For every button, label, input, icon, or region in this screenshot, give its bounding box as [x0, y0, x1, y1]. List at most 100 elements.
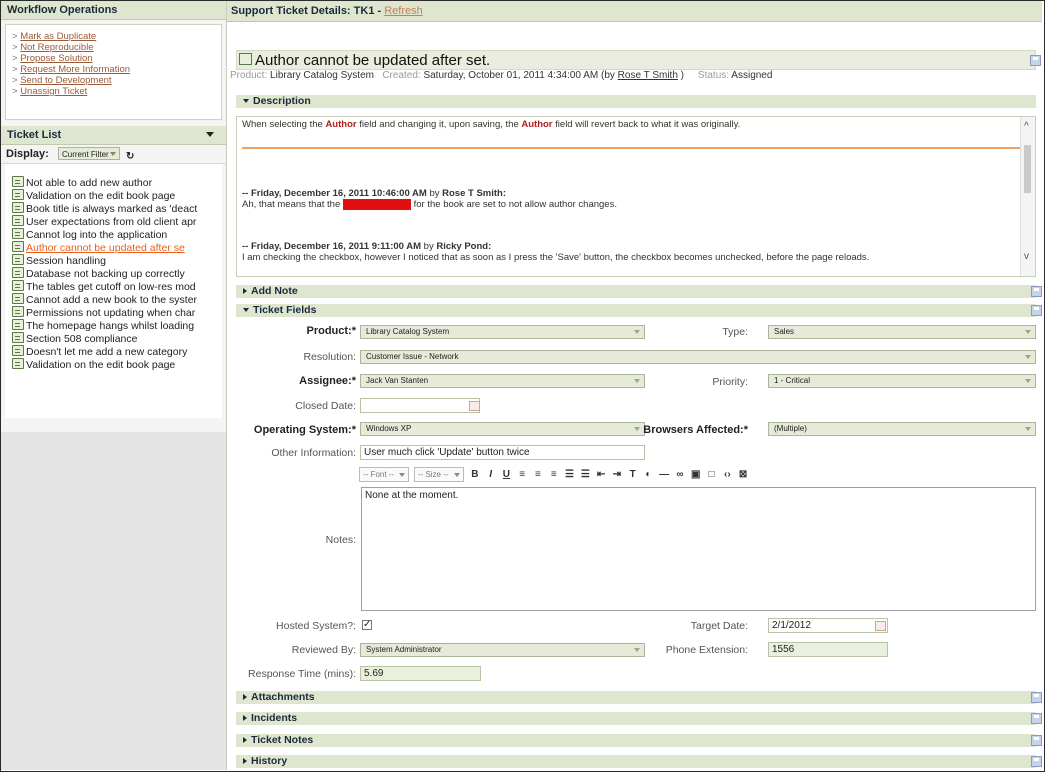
created-by-link[interactable]: Rose T Smith	[618, 70, 678, 81]
target-date-input[interactable]: 2/1/2012	[768, 618, 888, 633]
incidents-section-header[interactable]: Incidents	[236, 712, 1042, 725]
response-time-input[interactable]: 5.69	[360, 666, 481, 681]
ticket-item[interactable]: Doesn't let me add a new category	[5, 345, 222, 358]
chevron-down-icon	[1025, 427, 1031, 431]
calendar-icon[interactable]	[875, 621, 886, 631]
clear-format-icon[interactable]: ⊠	[737, 469, 750, 480]
propose-solution-link[interactable]: Propose Solution	[20, 53, 92, 64]
notes-editor[interactable]: None at the moment.	[361, 487, 1036, 611]
ticket-item[interactable]: Cannot log into the application	[5, 228, 222, 241]
description-scrollbar[interactable]: ^ v	[1020, 117, 1035, 276]
browsers-affected-label: Browsers Affected:*	[643, 424, 748, 436]
request-more-info-link[interactable]: Request More Information	[20, 64, 130, 75]
refresh-icon[interactable]: ↻	[126, 148, 134, 166]
ticket-fields-section-header[interactable]: Ticket Fields	[236, 304, 1042, 317]
indent-icon[interactable]: ⇥	[610, 469, 623, 480]
ticket-icon	[12, 332, 24, 343]
ticket-item[interactable]: Validation on the edit book page	[5, 358, 222, 371]
horizontal-rule-icon[interactable]: —	[658, 469, 671, 480]
image-icon[interactable]: ▣	[689, 469, 702, 480]
ticket-title: Section 508 compliance	[26, 333, 138, 345]
scroll-up-icon[interactable]: ^	[1024, 121, 1029, 132]
ticket-notes-section-header[interactable]: Ticket Notes	[236, 734, 1042, 747]
ticket-item[interactable]: Database not backing up correctly	[5, 267, 222, 280]
link-icon[interactable]: ∞	[674, 469, 687, 480]
collapsed-arrow-icon	[243, 288, 247, 294]
ticket-item[interactable]: Session handling	[5, 254, 222, 267]
browsers-affected-select[interactable]: (Multiple)	[768, 422, 1036, 436]
ticket-title: Cannot log into the application	[26, 229, 168, 241]
scrollbar-thumb[interactable]	[1024, 145, 1031, 193]
hosted-system-checkbox[interactable]: ✓	[362, 620, 372, 630]
assignee-select[interactable]: Jack Van Stanten	[360, 374, 645, 388]
description-note: -- Friday, December 16, 2011 9:11:00 AM …	[242, 241, 869, 263]
calendar-icon[interactable]	[469, 401, 480, 411]
save-icon[interactable]	[1031, 692, 1042, 703]
type-select[interactable]: Sales	[768, 325, 1036, 339]
outdent-icon[interactable]: ⇤	[595, 469, 608, 480]
ticket-item[interactable]: Section 508 compliance	[5, 332, 222, 345]
table-icon[interactable]: □	[705, 469, 718, 480]
unassign-ticket-link[interactable]: Unassign Ticket	[20, 86, 87, 97]
display-label: Display:	[6, 148, 49, 160]
ticket-list-header[interactable]: Ticket List	[1, 126, 226, 145]
bold-button[interactable]: B	[468, 469, 481, 480]
phone-extension-input[interactable]: 1556	[768, 642, 888, 657]
html-source-icon[interactable]: ‹›	[721, 469, 734, 480]
background-color-icon[interactable]: ◐	[642, 469, 655, 480]
align-left-icon[interactable]: ≡	[516, 469, 529, 480]
save-icon[interactable]	[1031, 286, 1042, 297]
other-information-input[interactable]: User much click 'Update' button twice	[360, 445, 645, 460]
description-text: When selecting the Author field and chan…	[242, 119, 740, 130]
created-by-open: (by	[600, 70, 615, 81]
font-select[interactable]: -- Font --	[359, 467, 410, 482]
collapsed-arrow-icon	[243, 715, 247, 721]
add-note-section-header[interactable]: Add Note	[236, 285, 1042, 298]
ticket-item[interactable]: Book title is always marked as 'deact	[5, 202, 222, 215]
save-icon[interactable]	[1031, 305, 1042, 316]
align-right-icon[interactable]: ≡	[547, 469, 560, 480]
type-select-value: Sales	[774, 327, 795, 336]
save-icon[interactable]	[1031, 735, 1042, 746]
refresh-link[interactable]: Refresh	[384, 5, 423, 17]
closed-date-input[interactable]	[360, 398, 480, 413]
ticket-item[interactable]: Cannot add a new book to the syster	[5, 293, 222, 306]
ticket-title: Not able to add new author	[26, 177, 153, 189]
ticket-item[interactable]: The tables get cutoff on low-res mod	[5, 280, 222, 293]
operating-system-select[interactable]: Windows XP	[360, 422, 645, 436]
underline-button[interactable]: U	[500, 469, 513, 480]
scroll-down-icon[interactable]: v	[1024, 251, 1029, 262]
ticket-item[interactable]: The homepage hangs whilst loading	[5, 319, 222, 332]
ticket-title: Author cannot be updated after se	[26, 242, 185, 254]
not-reproducible-link[interactable]: Not Reproducible	[20, 42, 93, 53]
text-color-icon[interactable]: T	[626, 469, 639, 480]
history-section-header[interactable]: History	[236, 755, 1042, 768]
save-icon[interactable]	[1031, 713, 1042, 724]
expanded-arrow-icon	[243, 99, 249, 103]
attachments-section-header[interactable]: Attachments	[236, 691, 1042, 704]
ticket-item[interactable]: Validation on the edit book page	[5, 189, 222, 202]
ticket-item[interactable]: User expectations from old client apr	[5, 215, 222, 228]
ticket-details-panel: Support Ticket Details: TK1 - Refresh Au…	[227, 1, 1042, 770]
size-select[interactable]: -- Size --	[413, 467, 464, 482]
save-icon[interactable]	[1031, 756, 1042, 767]
ordered-list-icon[interactable]: ☰	[563, 469, 576, 480]
save-icon[interactable]	[1030, 55, 1041, 66]
unordered-list-icon[interactable]: ☰	[579, 469, 592, 480]
description-section-header[interactable]: Description	[236, 95, 1036, 108]
align-center-icon[interactable]: ≡	[531, 469, 544, 480]
description-part: field will revert back to what it was or…	[552, 119, 741, 130]
send-to-development-link[interactable]: Send to Development	[20, 75, 111, 86]
mark-duplicate-link[interactable]: Mark as Duplicate	[20, 31, 96, 42]
display-filter-select[interactable]: Current Filter	[58, 147, 120, 160]
collapse-chevron-icon[interactable]	[206, 132, 214, 137]
reviewed-by-select[interactable]: System Administrator	[360, 643, 645, 657]
resolution-select[interactable]: Customer Issue - Network	[360, 350, 1036, 364]
italic-button[interactable]: I	[484, 469, 497, 480]
product-select[interactable]: Library Catalog System	[360, 325, 645, 339]
note-text: I am checking the checkbox, however I no…	[242, 252, 869, 263]
ticket-item[interactable]: Permissions not updating when char	[5, 306, 222, 319]
priority-select[interactable]: 1 - Critical	[768, 374, 1036, 388]
ticket-item[interactable]: Not able to add new author	[5, 176, 222, 189]
ticket-item-active[interactable]: Author cannot be updated after se	[5, 241, 222, 254]
